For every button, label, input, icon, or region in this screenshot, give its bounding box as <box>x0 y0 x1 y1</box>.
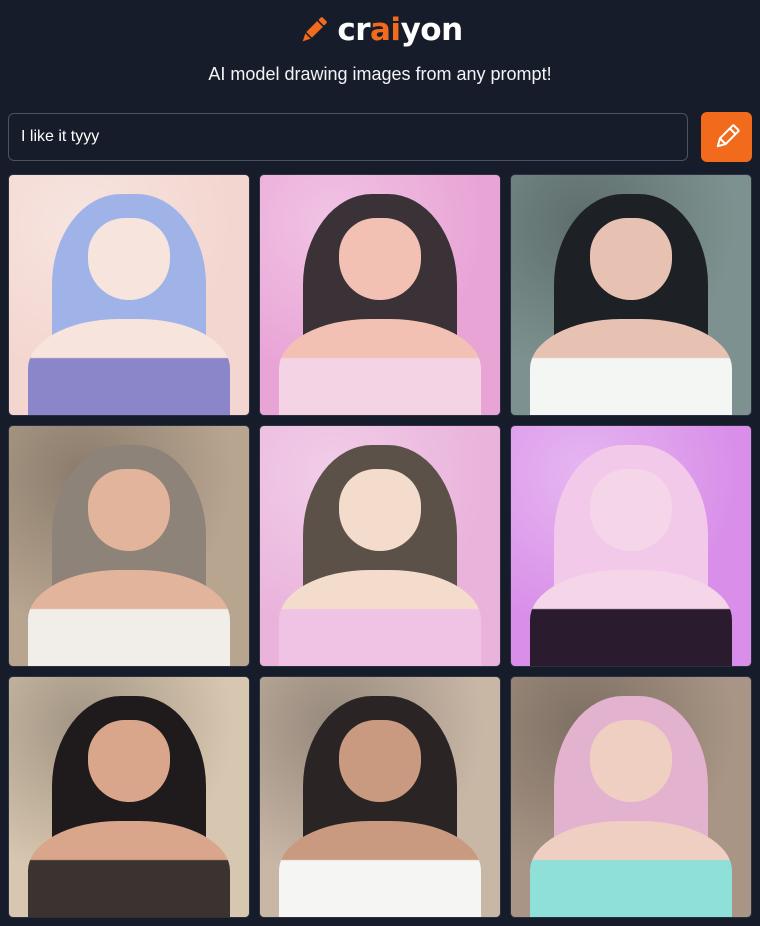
result-image[interactable] <box>510 676 752 918</box>
logo-accent: ai <box>370 12 401 48</box>
figure-body <box>28 319 230 415</box>
result-image[interactable] <box>259 425 501 667</box>
logo-suffix: yon <box>400 12 464 48</box>
figure-body <box>279 821 481 917</box>
figure-body <box>530 319 732 415</box>
figure-face <box>88 469 170 551</box>
figure-body <box>279 319 481 415</box>
draw-button[interactable] <box>701 112 752 162</box>
figure-body <box>28 821 230 917</box>
figure-body <box>530 821 732 917</box>
result-image[interactable] <box>510 174 752 416</box>
figure-face <box>590 720 672 802</box>
logo-prefix: cr <box>337 12 371 48</box>
figure-face <box>339 720 421 802</box>
figure-body <box>28 570 230 666</box>
figure-face <box>339 218 421 300</box>
result-image[interactable] <box>259 676 501 918</box>
result-image[interactable] <box>8 174 250 416</box>
logo-wordmark: craiyon <box>337 10 464 50</box>
result-image[interactable] <box>8 676 250 918</box>
figure-body <box>530 570 732 666</box>
prompt-input[interactable] <box>8 113 688 161</box>
craiyon-page: craiyon AI model drawing images from any… <box>0 0 760 926</box>
tagline: AI model drawing images from any prompt! <box>208 64 552 84</box>
figure-body <box>279 570 481 666</box>
figure-face <box>590 469 672 551</box>
figure-face <box>88 218 170 300</box>
pencil-icon <box>303 17 328 42</box>
logo[interactable]: craiyon <box>0 10 760 50</box>
result-image[interactable] <box>510 425 752 667</box>
figure-face <box>339 469 421 551</box>
result-image[interactable] <box>8 425 250 667</box>
pencil-icon <box>716 124 740 148</box>
result-grid <box>8 174 752 918</box>
figure-face <box>88 720 170 802</box>
figure-face <box>590 218 672 300</box>
result-image[interactable] <box>259 174 501 416</box>
